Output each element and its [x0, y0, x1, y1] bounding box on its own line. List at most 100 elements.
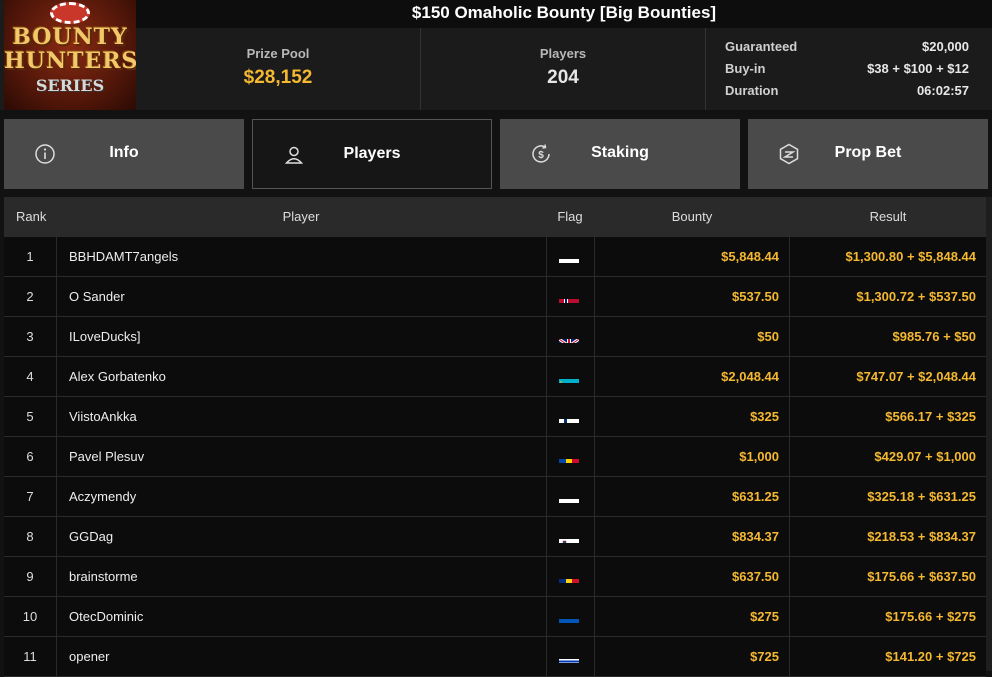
player-name[interactable]: Alex Gorbatenko: [56, 357, 546, 396]
israel-flag: [559, 649, 579, 663]
table-row[interactable]: 10 OtecDominic $275 $175.66 + $275: [4, 597, 986, 637]
table-row[interactable]: 3 ILoveDucks] $50 $985.76 + $50: [4, 317, 986, 357]
flag-cell: [546, 637, 595, 676]
table-row[interactable]: 8 GGDag $834.37 $218.53 + $834.37: [4, 517, 986, 557]
tournament-details: Guaranteed $20,000 Buy-in $38 + $100 + $…: [705, 28, 992, 110]
table-row[interactable]: 1 BBHDAMT7angels $5,848.44 $1,300.80 + $5,8…: [4, 237, 986, 277]
prize-pool-stat: Prize Pool $28,152: [136, 28, 420, 110]
tab-staking[interactable]: $ Staking: [500, 119, 740, 189]
player-name[interactable]: O Sander: [56, 277, 546, 316]
bounty-cell: $537.50: [594, 277, 790, 316]
player-name[interactable]: BBHDAMT7angels: [56, 237, 546, 276]
moldova-flag: [559, 449, 579, 463]
flag-cell: [546, 597, 595, 636]
flag-cell: [546, 237, 595, 276]
detail-value: 06:02:57: [916, 83, 969, 98]
table-row[interactable]: 2 O Sander $537.50 $1,300.72 + $537.50: [4, 277, 986, 317]
detail-value: $20,000: [922, 39, 969, 54]
logo-line-3: SERIES: [35, 76, 105, 95]
rank-cell: 4: [26, 369, 34, 384]
rank-cell: 3: [26, 329, 34, 344]
detail-guaranteed: Guaranteed $20,000: [725, 39, 975, 59]
flag-cell: [546, 517, 595, 556]
table-row[interactable]: 6 Pavel Plesuv $1,000 $429.07 + $1,000: [4, 437, 986, 477]
tab-staking-label: Staking: [591, 144, 649, 161]
players-stat: Players 204: [420, 28, 705, 110]
bounty-cell: $1,000: [594, 437, 790, 476]
tab-bar: Info Players $ Staking Prop Bet: [0, 119, 992, 189]
column-rank[interactable]: Rank: [16, 197, 46, 237]
poker-chip-icon: [50, 2, 90, 24]
table-row[interactable]: 5 ViistoAnkka $325 $566.17 + $325: [4, 397, 986, 437]
bounty-cell: $5,848.44: [594, 237, 790, 276]
player-name[interactable]: OtecDominic: [56, 597, 546, 636]
table-row[interactable]: 11 opener $725 $141.20 + $725: [4, 637, 986, 677]
rank-cell: 9: [26, 569, 34, 584]
result-cell: $566.17 + $325: [885, 409, 976, 424]
tab-players-label: Players: [343, 145, 401, 162]
player-name[interactable]: brainstorme: [56, 557, 546, 596]
logo-line-1: BOUNTY: [12, 24, 128, 50]
player-name[interactable]: Aczymendy: [56, 477, 546, 516]
player-name[interactable]: ViistoAnkka: [56, 397, 546, 436]
players-value: 204: [547, 67, 579, 88]
bounty-cell: $631.25: [594, 477, 790, 516]
bounty-cell: $834.37: [594, 517, 790, 556]
table-row[interactable]: 7 Aczymendy $631.25 $325.18 + $631.25: [4, 477, 986, 517]
player-name[interactable]: GGDag: [56, 517, 546, 556]
detail-duration: Duration 06:02:57: [725, 83, 975, 103]
bounty-cell: $637.50: [594, 557, 790, 596]
rank-cell: 5: [26, 409, 34, 424]
player-name[interactable]: ILoveDucks]: [56, 317, 546, 356]
flag-cell: [546, 317, 595, 356]
column-flag[interactable]: Flag: [546, 197, 594, 237]
rank-cell: 8: [26, 529, 34, 544]
ukraine-flag: [559, 609, 579, 623]
flag-cell: [546, 357, 595, 396]
norway-flag: [559, 289, 579, 303]
player-name[interactable]: opener: [56, 637, 546, 676]
detail-key: Guaranteed: [725, 39, 798, 54]
tab-players[interactable]: Players: [252, 119, 492, 189]
players-table: 1 BBHDAMT7angels $5,848.44 $1,300.80 + $5,8…: [4, 237, 986, 677]
flag-cell: [546, 397, 595, 436]
result-cell: $218.53 + $834.37: [867, 529, 976, 544]
column-bounty[interactable]: Bounty: [594, 197, 790, 237]
column-player[interactable]: Player: [56, 197, 546, 237]
prize-pool-label: Prize Pool: [246, 46, 310, 61]
tab-prop-bet[interactable]: Prop Bet: [748, 119, 988, 189]
rank-cell: 10: [22, 609, 38, 624]
result-cell: $747.07 + $2,048.44: [856, 369, 976, 384]
tab-info[interactable]: Info: [4, 119, 244, 189]
tab-info-label: Info: [109, 144, 139, 161]
flag-cell: [546, 437, 595, 476]
result-cell: $1,300.80 + $5,848.44: [845, 249, 976, 264]
bounty-cell: $50: [594, 317, 790, 356]
detail-key: Duration: [725, 83, 779, 98]
column-result[interactable]: Result: [790, 197, 986, 237]
detail-value: $38 + $100 + $12: [867, 61, 969, 76]
table-row[interactable]: 4 Alex Gorbatenko $2,048.44 $747.07 + $2,04…: [4, 357, 986, 397]
result-cell: $985.76 + $50: [892, 329, 977, 344]
result-cell: $1,300.72 + $537.50: [856, 289, 976, 304]
table-header: Rank Player Flag Bounty Result: [4, 197, 988, 237]
table-scrollbar[interactable]: [986, 197, 992, 671]
logo-line-2: HUNTERS: [4, 48, 136, 74]
prize-pool-value: $28,152: [243, 67, 313, 88]
bounty-cell: $275: [594, 597, 790, 636]
tournament-header: BOUNTY HUNTERS SERIES $150 Omaholic Boun…: [0, 0, 992, 110]
rank-cell: 7: [26, 489, 34, 504]
romania-flag: [559, 569, 579, 583]
result-cell: $429.07 + $1,000: [874, 449, 976, 464]
slovenia-flag: [559, 529, 579, 543]
flag-cell: [546, 557, 595, 596]
result-cell: $175.66 + $637.50: [867, 569, 976, 584]
result-cell: $175.66 + $275: [885, 609, 976, 624]
rank-cell: 6: [26, 449, 34, 464]
kazakhstan-flag: [559, 369, 579, 383]
table-row[interactable]: 9 brainstorme $637.50 $175.66 + $637.50: [4, 557, 986, 597]
cyprus-flag: [559, 249, 579, 263]
player-name[interactable]: Pavel Plesuv: [56, 437, 546, 476]
flag-cell: [546, 477, 595, 516]
bounty-hunters-logo: BOUNTY HUNTERS SERIES: [4, 0, 136, 110]
